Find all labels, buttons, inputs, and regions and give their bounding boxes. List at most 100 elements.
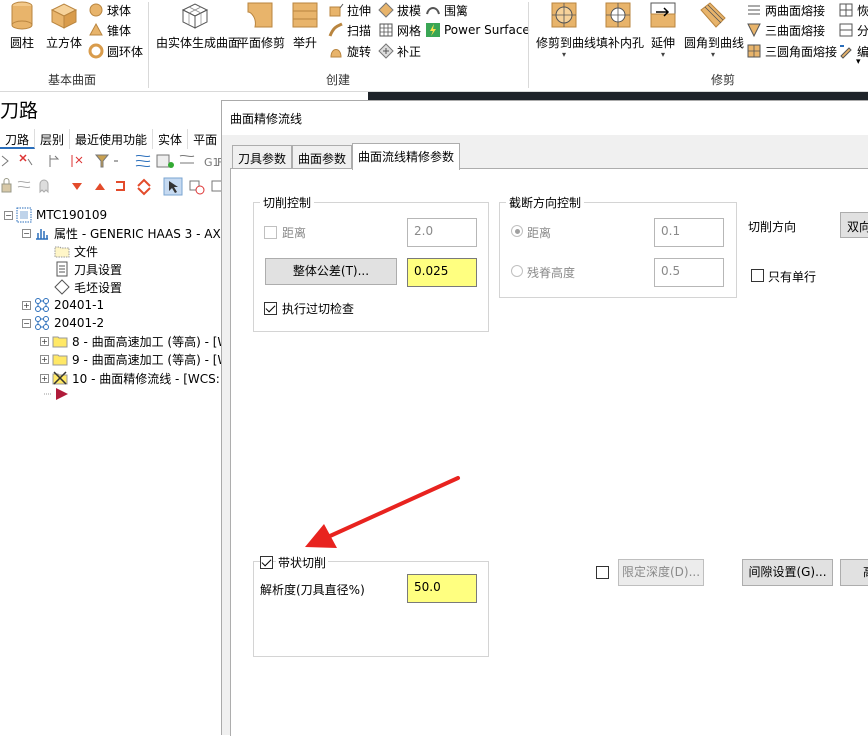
tree-row-stock-settings[interactable]: 毛坯设置: [54, 278, 122, 296]
ribbon-expand-icon[interactable]: ▾: [856, 52, 861, 72]
scallop-height-field[interactable]: 0.5: [654, 258, 724, 287]
expand-icon[interactable]: +: [40, 336, 49, 346]
resolution-field[interactable]: 50.0: [407, 574, 477, 603]
revolve-button[interactable]: 旋转: [328, 41, 371, 61]
trim-to-curve-icon: [551, 2, 577, 28]
properties-icon: [36, 229, 48, 240]
dropdown-arrow-icon[interactable]: ▾: [536, 51, 592, 59]
expand-icon[interactable]: +: [22, 300, 31, 310]
fence-icon: [426, 7, 440, 15]
ribbon-right-button-b[interactable]: 分: [838, 20, 868, 40]
dialog-tabs: 刀具参数 曲面参数 曲面流线精修参数: [232, 143, 461, 170]
three-fillet-blend-icon: [747, 44, 761, 58]
strip-cut-checkbox[interactable]: [260, 556, 273, 569]
overcut-check-checkbox[interactable]: [264, 302, 277, 315]
cylinder-button[interactable]: 圆柱: [4, 0, 40, 51]
sphere-button[interactable]: 球体: [88, 0, 131, 20]
expand-collapse-icon[interactable]: [137, 178, 151, 196]
deselect-icon[interactable]: [19, 154, 33, 166]
tree-row-20401-1[interactable]: + 20401-1: [22, 296, 104, 314]
move-down-icon[interactable]: [72, 183, 82, 190]
move-up-icon[interactable]: [95, 183, 105, 190]
tab-tool-parameters[interactable]: 刀具参数: [232, 145, 293, 169]
toggle-display-icon[interactable]: [135, 154, 151, 168]
tree-row-op8[interactable]: + 8 - 曲面高速加工 (等高) - [WC: [40, 332, 238, 350]
tab-planes[interactable]: 平面: [188, 129, 224, 149]
patch-button[interactable]: 补正: [378, 41, 421, 61]
extend-button[interactable]: 延伸 ▾: [648, 0, 678, 59]
torus-button[interactable]: 圆环体: [88, 41, 143, 61]
dropdown-arrow-icon[interactable]: ▾: [684, 51, 742, 59]
lock-icon[interactable]: [1, 178, 12, 193]
tolerance-field[interactable]: 0.025: [407, 258, 477, 287]
tree-row-op10[interactable]: + 10 - 曲面精修流线 - [WCS: 俯: [40, 369, 236, 387]
sweep-button[interactable]: 扫描: [328, 20, 371, 40]
toolpath-filter-icon[interactable]: [94, 154, 118, 168]
tab-recent-functions[interactable]: 最近使用功能: [70, 129, 154, 149]
flat-boundary-button[interactable]: 平面修剪: [237, 0, 285, 51]
ribbon-right-button-c[interactable]: 编: [838, 41, 868, 61]
tab-surface-parameters[interactable]: 曲面参数: [292, 145, 353, 169]
gap-settings-button[interactable]: 间隙设置(G)...: [742, 559, 833, 586]
dialog-titlebar[interactable]: 曲面精修流线: [222, 101, 868, 135]
regenerate-dirty-icon[interactable]: [71, 155, 83, 167]
tab-solids[interactable]: 实体: [153, 129, 189, 149]
stepover-distance-radio[interactable]: [511, 225, 523, 237]
expand-icon[interactable]: +: [40, 354, 49, 364]
distance-checkbox[interactable]: [264, 226, 277, 239]
collapse-icon[interactable]: −: [22, 228, 31, 238]
regenerate-icon[interactable]: [49, 155, 60, 167]
ghost-icon[interactable]: [39, 179, 49, 194]
surface-from-solid-button[interactable]: 由实体生成曲面: [156, 0, 240, 51]
cut-distance-field[interactable]: 2.0: [407, 218, 477, 247]
three-surface-blend-button[interactable]: 三曲面熔接: [746, 20, 825, 40]
extrude-button[interactable]: 拉伸: [328, 0, 371, 20]
edit-icon: [840, 45, 852, 59]
collapse-icon[interactable]: −: [4, 210, 13, 220]
stepover-distance-field[interactable]: 0.1: [654, 218, 724, 247]
ribbon-right-button-a[interactable]: 恢: [838, 0, 868, 20]
cut-direction-select[interactable]: 双向: [840, 212, 868, 238]
tree-row-20401-2[interactable]: − 20401-2: [22, 314, 104, 332]
toggle-toolpath-icon[interactable]: [17, 180, 31, 189]
scallop-height-radio[interactable]: [511, 265, 523, 277]
expand-icon[interactable]: +: [40, 373, 49, 383]
advanced-settings-button[interactable]: 高: [840, 559, 868, 586]
trim-to-curve-button[interactable]: 修剪到曲线 ▾: [536, 0, 596, 59]
net-button[interactable]: 网格: [378, 20, 421, 40]
tree-row-tool-settings[interactable]: 刀具设置: [54, 260, 122, 278]
tree-row-machine-group[interactable]: − MTC190109: [4, 206, 107, 224]
tree-row-properties[interactable]: − 属性 - GENERIC HAAS 3 - AXIS V: [22, 224, 244, 242]
operation-dirty-folder-icon: [52, 371, 68, 385]
cone-button[interactable]: 锥体: [88, 20, 131, 40]
cursor-select-icon[interactable]: [163, 177, 183, 196]
single-row-only-checkbox[interactable]: [751, 269, 764, 282]
ribbon-separator: [528, 2, 529, 88]
fence-button[interactable]: 围篱: [425, 0, 468, 20]
tab-levels[interactable]: 层别: [35, 129, 71, 149]
backplot-icon[interactable]: [179, 154, 195, 164]
cube-button[interactable]: 立方体: [44, 0, 84, 51]
tree-row-files[interactable]: 文件: [54, 242, 98, 260]
fill-holes-button[interactable]: 填补内孔: [596, 0, 644, 51]
dropdown-arrow-icon[interactable]: ▾: [648, 51, 678, 59]
two-surface-blend-button[interactable]: 两曲面熔接: [746, 0, 825, 20]
patch-icon: [378, 43, 394, 59]
total-tolerance-button[interactable]: 整体公差(T)...: [265, 258, 397, 285]
select-all-icon[interactable]: [1, 155, 9, 167]
toolpath-group-icon: [35, 316, 49, 330]
display-only-selected-icon[interactable]: [189, 180, 205, 195]
three-fillet-blend-button[interactable]: 三圆角面熔接: [746, 41, 837, 61]
tab-flowline-parameters[interactable]: 曲面流线精修参数: [352, 143, 461, 170]
insert-arrow-icon[interactable]: [116, 181, 125, 191]
tab-toolpaths[interactable]: 刀路: [0, 129, 36, 149]
tree-row-op9[interactable]: + 9 - 曲面高速加工 (等高) - [WC: [40, 350, 238, 368]
fillet-to-curve-button[interactable]: 圆角到曲线 ▾: [684, 0, 744, 59]
limit-depth-checkbox[interactable]: [596, 566, 609, 579]
draft-button[interactable]: 拔模: [378, 0, 421, 20]
verify-icon[interactable]: [156, 154, 174, 168]
limit-depth-button[interactable]: 限定深度(D)...: [618, 559, 704, 586]
lift-button[interactable]: 举升: [290, 0, 320, 51]
power-surface-button[interactable]: Power Surface: [425, 20, 530, 40]
collapse-icon[interactable]: −: [22, 318, 31, 328]
